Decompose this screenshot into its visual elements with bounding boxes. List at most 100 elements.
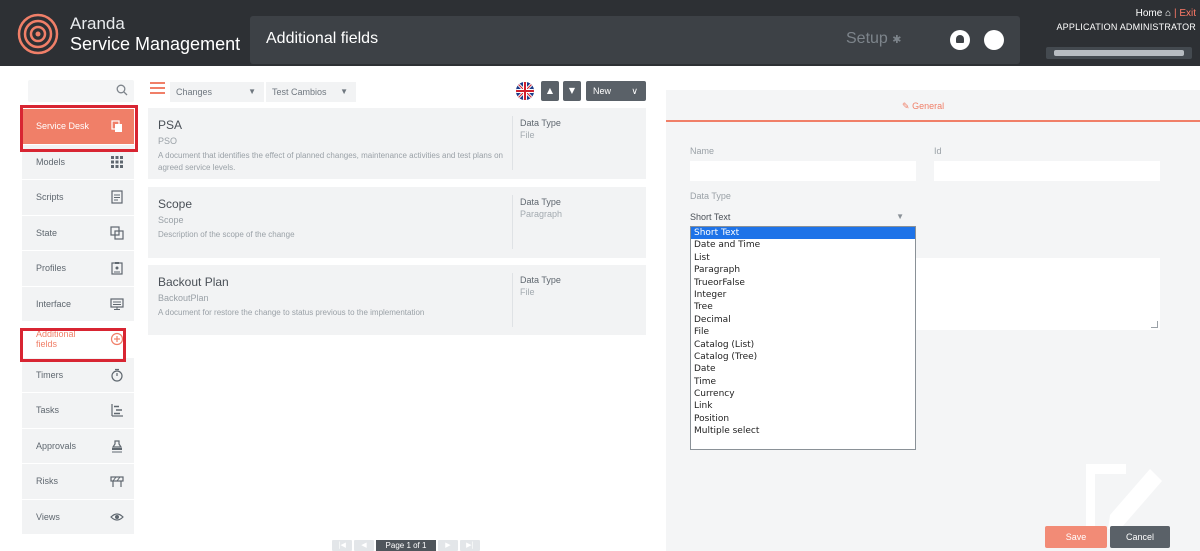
dropdown-option[interactable]: Time bbox=[691, 376, 915, 388]
stopwatch-icon bbox=[111, 368, 123, 382]
exit-link[interactable]: Exit bbox=[1179, 8, 1196, 19]
sidebar-search-input[interactable] bbox=[28, 80, 134, 102]
dropdown-option[interactable]: Catalog (Tree) bbox=[691, 351, 915, 363]
field-description: Description of the scope of the change bbox=[158, 230, 295, 239]
edit-icon: ✎ bbox=[902, 101, 910, 111]
sidebar-item-scripts[interactable]: Scripts bbox=[22, 180, 134, 216]
user-project-selector[interactable] bbox=[1046, 47, 1192, 59]
divider bbox=[512, 116, 513, 170]
sidebar-item-label: Interface bbox=[36, 298, 72, 309]
save-button[interactable]: Save bbox=[1045, 526, 1107, 548]
next-page-button[interactable]: ▶ bbox=[438, 540, 458, 551]
page-indicator: Page 1 of 1 bbox=[376, 540, 436, 551]
divider bbox=[512, 195, 513, 249]
grid-icon bbox=[111, 155, 123, 168]
notification-bell-icon[interactable] bbox=[950, 30, 970, 50]
pagination: |◀ ◀ Page 1 of 1 ▶ ▶| bbox=[332, 540, 480, 551]
data-type-value: Paragraph bbox=[520, 209, 563, 219]
data-type-label: Data Type bbox=[520, 118, 561, 128]
dropdown-option[interactable]: Short Text bbox=[691, 227, 915, 240]
dropdown-option[interactable]: Paragraph bbox=[691, 264, 915, 276]
setup-label: Setup bbox=[846, 30, 888, 47]
highlight-additional-fields bbox=[20, 328, 126, 362]
dropdown-option[interactable]: Multiple select bbox=[691, 425, 915, 437]
brand-subtitle: Service Management bbox=[70, 34, 241, 54]
edit-watermark-icon bbox=[1086, 464, 1162, 529]
move-down-button[interactable]: ▼ bbox=[563, 81, 581, 101]
dropdown-option[interactable]: Date and Time bbox=[691, 239, 915, 251]
sidebar-item-approvals[interactable]: Approvals bbox=[22, 428, 134, 464]
dropdown-option[interactable]: Position bbox=[691, 413, 915, 425]
home-icon[interactable]: ⌂ bbox=[1165, 8, 1171, 19]
field-card[interactable]: Backout Plan BackoutPlan A document for … bbox=[148, 265, 646, 335]
dropdown-option[interactable]: Integer bbox=[691, 289, 915, 301]
last-page-button[interactable]: ▶| bbox=[460, 540, 480, 551]
uk-flag-icon[interactable] bbox=[516, 82, 534, 100]
name-label: Name bbox=[690, 146, 715, 156]
chevron-down-icon: ▼ bbox=[340, 87, 348, 96]
sidebar-item-interface[interactable]: Interface bbox=[22, 286, 134, 322]
sidebar-item-state[interactable]: State bbox=[22, 215, 134, 251]
data-type-label: Data Type bbox=[520, 275, 561, 285]
prev-page-button[interactable]: ◀ bbox=[354, 540, 374, 551]
dropdown-option[interactable]: Catalog (List) bbox=[691, 339, 915, 351]
data-type-selected-value: Short Text bbox=[690, 212, 731, 222]
dropdown-option[interactable]: Date bbox=[691, 363, 915, 375]
name-field[interactable] bbox=[690, 161, 916, 181]
user-role: APPLICATION ADMINISTRATOR bbox=[1056, 22, 1196, 32]
chevron-down-icon: ∨ bbox=[631, 86, 638, 96]
data-type-value: File bbox=[520, 287, 535, 297]
field-name: Scope bbox=[158, 197, 193, 211]
sidebar-item-label: Risks bbox=[36, 476, 58, 487]
move-up-button[interactable]: ▲ bbox=[541, 81, 559, 101]
divider bbox=[512, 273, 513, 327]
field-name: PSA bbox=[158, 118, 183, 132]
chevron-down-icon: ▼ bbox=[248, 87, 256, 96]
data-type-select[interactable]: Short Text ▼ bbox=[690, 212, 910, 226]
sidebar-item-label: Approvals bbox=[36, 440, 77, 451]
sidebar-item-label: Tasks bbox=[36, 405, 60, 416]
dropdown-option[interactable]: Decimal bbox=[691, 314, 915, 326]
sidebar-item-label: Models bbox=[36, 156, 66, 167]
field-card[interactable]: PSA PSO A document that identifies the e… bbox=[148, 108, 646, 179]
tab-general[interactable]: ✎ General bbox=[902, 101, 944, 112]
sidebar-item-risks[interactable]: Risks bbox=[22, 464, 134, 500]
category-filter-select[interactable]: Test Cambios ▼ bbox=[266, 82, 356, 102]
field-description: A document for restore the change to sta… bbox=[158, 308, 425, 317]
dropdown-option[interactable]: Currency bbox=[691, 388, 915, 400]
data-type-dropdown-list: Short Text Date and Time List Paragraph … bbox=[690, 226, 916, 450]
tasks-icon bbox=[111, 404, 123, 417]
search-icon[interactable] bbox=[116, 84, 128, 96]
sidebar-item-views[interactable]: Views bbox=[22, 499, 134, 535]
new-button-label: New bbox=[593, 86, 612, 96]
dropdown-option[interactable]: Link bbox=[691, 400, 915, 412]
setup-link[interactable]: Setup ✱ bbox=[846, 30, 901, 48]
sidebar-item-tasks[interactable]: Tasks bbox=[22, 393, 134, 429]
field-card[interactable]: Scope Scope Description of the scope of … bbox=[148, 187, 646, 258]
dropdown-option[interactable]: File bbox=[691, 326, 915, 338]
sidebar-item-label: Timers bbox=[36, 369, 64, 380]
aranda-logo-icon bbox=[17, 13, 59, 55]
cancel-button[interactable]: Cancel bbox=[1110, 526, 1170, 548]
tab-general-label: General bbox=[912, 101, 945, 111]
brand-name: Aranda bbox=[70, 14, 125, 33]
sidebar-item-label: Profiles bbox=[36, 263, 67, 274]
sidebar-item-timers[interactable]: Timers bbox=[22, 357, 134, 393]
first-page-button[interactable]: |◀ bbox=[332, 540, 352, 551]
new-button[interactable]: New ∨ bbox=[586, 81, 646, 101]
id-field[interactable] bbox=[934, 161, 1160, 181]
sidebar-item-profiles[interactable]: Profiles bbox=[22, 251, 134, 287]
project-filter-select[interactable]: Changes ▼ bbox=[170, 82, 264, 102]
description-textarea[interactable] bbox=[910, 258, 1160, 330]
dropdown-option[interactable]: TrueorFalse bbox=[691, 277, 915, 289]
chevron-down-icon: ▼ bbox=[896, 212, 904, 221]
dropdown-option[interactable]: Tree bbox=[691, 301, 915, 313]
page-title: Additional fields bbox=[266, 30, 379, 47]
gear-icon: ✱ bbox=[892, 34, 902, 46]
dropdown-option[interactable]: List bbox=[691, 252, 915, 264]
status-toggle[interactable] bbox=[984, 30, 1004, 50]
home-link[interactable]: Home bbox=[1136, 8, 1163, 19]
clipboard-icon bbox=[111, 262, 123, 275]
hamburger-menu-icon[interactable] bbox=[150, 82, 165, 94]
monitor-icon bbox=[110, 297, 124, 310]
